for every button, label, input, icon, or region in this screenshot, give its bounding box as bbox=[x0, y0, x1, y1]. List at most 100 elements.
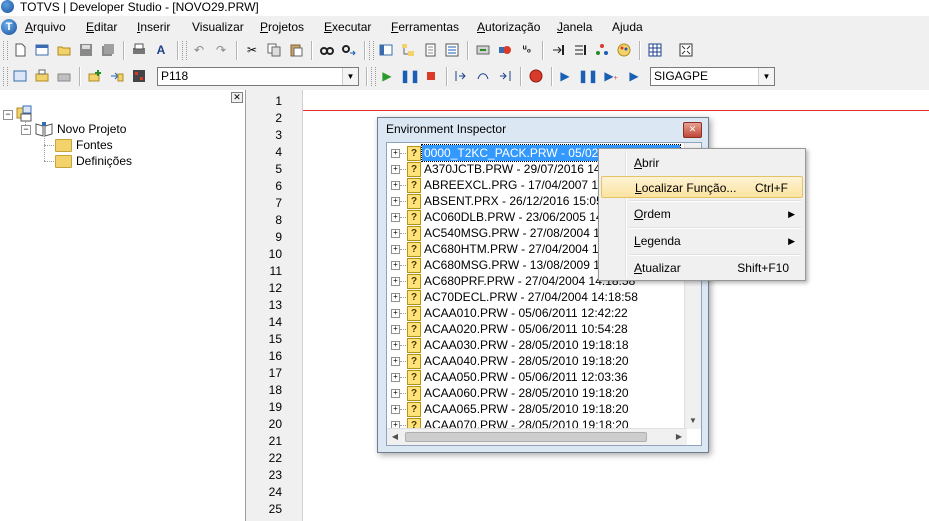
font-icon[interactable]: A bbox=[152, 41, 170, 59]
close-project-icon[interactable] bbox=[55, 67, 73, 85]
panel-icon[interactable] bbox=[377, 41, 395, 59]
tree-expander[interactable]: − bbox=[3, 110, 13, 120]
menu-ajuda[interactable]: Ajuda bbox=[612, 19, 643, 35]
open-project-icon[interactable] bbox=[33, 67, 51, 85]
tree-icon[interactable] bbox=[399, 41, 417, 59]
menu-ferramentas[interactable]: Ferramentas bbox=[391, 19, 459, 35]
expander-plus-icon[interactable]: + bbox=[391, 181, 400, 190]
stop-icon[interactable] bbox=[422, 67, 440, 85]
close-icon[interactable]: ✕ bbox=[683, 122, 702, 138]
app-menu-icon[interactable]: T bbox=[1, 19, 17, 35]
line-number: 11 bbox=[269, 264, 282, 278]
play-next-icon[interactable]: ▶+ bbox=[602, 67, 620, 85]
menu-item-ordem[interactable]: Ordem ▶ bbox=[601, 203, 803, 225]
menu-item-localizar-funcao[interactable]: Localizar Função... Ctrl+F bbox=[601, 176, 803, 198]
expander-plus-icon[interactable]: + bbox=[391, 245, 400, 254]
undo-icon[interactable]: ↶ bbox=[190, 41, 208, 59]
replace-icon[interactable] bbox=[340, 41, 358, 59]
expander-plus-icon[interactable]: + bbox=[391, 165, 400, 174]
toolbar-grip[interactable] bbox=[371, 67, 376, 86]
menu-projetos[interactable]: Projetos bbox=[260, 19, 304, 35]
play-debug-icon[interactable]: ▶ bbox=[556, 67, 574, 85]
menu-executar[interactable]: Executar bbox=[324, 19, 371, 35]
grid-icon[interactable] bbox=[646, 41, 664, 59]
menu-item-legenda[interactable]: Legenda ▶ bbox=[601, 230, 803, 252]
scroll-down-icon[interactable]: ▼ bbox=[685, 413, 701, 429]
chevron-down-icon[interactable]: ▼ bbox=[342, 68, 358, 85]
new-project-icon[interactable] bbox=[33, 41, 51, 59]
run-icon[interactable]: ▶ bbox=[378, 67, 396, 85]
palette-icon[interactable] bbox=[615, 41, 633, 59]
close-icon[interactable]: ✕ bbox=[231, 92, 243, 103]
step-into-debug-icon[interactable] bbox=[452, 67, 470, 85]
project-icon[interactable] bbox=[11, 67, 29, 85]
fullscreen-icon[interactable] bbox=[677, 41, 695, 59]
expander-plus-icon[interactable]: + bbox=[391, 325, 400, 334]
step-into-icon[interactable] bbox=[549, 41, 567, 59]
expander-plus-icon[interactable]: + bbox=[391, 389, 400, 398]
menu-janela[interactable]: Janela bbox=[557, 19, 592, 35]
menu-visualizar[interactable]: Visualizar bbox=[192, 19, 244, 35]
expander-plus-icon[interactable]: + bbox=[391, 229, 400, 238]
scroll-thumb[interactable] bbox=[405, 432, 647, 442]
tree-item-novo-projeto[interactable]: Novo Projeto bbox=[57, 121, 126, 137]
expander-plus-icon[interactable]: + bbox=[391, 341, 400, 350]
breakpoint-icon[interactable] bbox=[527, 67, 545, 85]
expander-plus-icon[interactable]: + bbox=[391, 277, 400, 286]
toolbar-grip[interactable] bbox=[182, 41, 187, 60]
open-folder-icon[interactable] bbox=[55, 41, 73, 59]
expander-plus-icon[interactable]: + bbox=[391, 357, 400, 366]
expander-plus-icon[interactable]: + bbox=[391, 309, 400, 318]
paste-icon[interactable] bbox=[287, 41, 305, 59]
tree-item-definicoes[interactable]: Definições bbox=[76, 153, 132, 169]
scroll-left-icon[interactable]: ◀ bbox=[387, 429, 403, 445]
patch-icon[interactable] bbox=[130, 67, 148, 85]
expander-plus-icon[interactable]: + bbox=[391, 293, 400, 302]
line-number-gutter: 1 2 3 4 5 6 7 8 9 10 11 12 13 14 15 16 1… bbox=[246, 90, 303, 521]
toolbar-grip[interactable] bbox=[3, 67, 8, 86]
expander-plus-icon[interactable]: + bbox=[391, 197, 400, 206]
horizontal-scrollbar[interactable]: ◀ ▶ bbox=[387, 428, 687, 445]
step-over-debug-icon[interactable] bbox=[474, 67, 492, 85]
print-icon[interactable] bbox=[130, 41, 148, 59]
scroll-right-icon[interactable]: ▶ bbox=[671, 429, 687, 445]
expander-plus-icon[interactable]: + bbox=[391, 213, 400, 222]
list-icon[interactable] bbox=[443, 41, 461, 59]
cut-icon[interactable]: ✂ bbox=[243, 41, 261, 59]
tree-expander[interactable]: − bbox=[21, 125, 31, 135]
menu-autorizacao[interactable]: Autorização bbox=[477, 19, 540, 35]
build-icon[interactable] bbox=[474, 41, 492, 59]
save-icon[interactable] bbox=[77, 41, 95, 59]
redo-icon[interactable]: ↷ bbox=[212, 41, 230, 59]
compile-icon[interactable] bbox=[496, 41, 514, 59]
new-file-icon[interactable] bbox=[11, 41, 29, 59]
menu-arquivo[interactable]: Arquivo bbox=[25, 19, 66, 35]
document-icon[interactable] bbox=[421, 41, 439, 59]
menu-item-abrir[interactable]: Abrir bbox=[601, 152, 803, 174]
menu-item-atualizar[interactable]: Atualizar Shift+F10 bbox=[601, 257, 803, 279]
expander-plus-icon[interactable]: + bbox=[391, 373, 400, 382]
tree-item-fontes[interactable]: Fontes bbox=[76, 137, 113, 153]
expander-plus-icon[interactable]: + bbox=[391, 149, 400, 158]
find-icon[interactable] bbox=[318, 41, 336, 59]
pause-icon[interactable]: ❚❚ bbox=[400, 67, 420, 85]
environment-combo[interactable]: SIGAGPE ▼ bbox=[650, 67, 775, 86]
menu-inserir[interactable]: Inserir bbox=[137, 19, 170, 35]
variables-icon[interactable]: ᵘ₀ bbox=[518, 41, 536, 59]
save-all-icon[interactable] bbox=[99, 41, 117, 59]
toolbar-grip[interactable] bbox=[3, 41, 8, 60]
move-file-icon[interactable] bbox=[108, 67, 126, 85]
step-out-icon[interactable] bbox=[496, 67, 514, 85]
expander-plus-icon[interactable]: + bbox=[391, 405, 400, 414]
copy-icon[interactable] bbox=[265, 41, 283, 59]
hierarchy-icon[interactable] bbox=[593, 41, 611, 59]
pause-debug-icon[interactable]: ❚❚ bbox=[578, 67, 598, 85]
toolbar-grip[interactable] bbox=[369, 41, 374, 60]
play-marker-icon[interactable]: ▶ bbox=[625, 67, 643, 85]
chevron-down-icon[interactable]: ▼ bbox=[758, 68, 774, 85]
menu-editar[interactable]: Editar bbox=[86, 19, 117, 35]
step-over-icon[interactable] bbox=[571, 41, 589, 59]
add-file-icon[interactable] bbox=[86, 67, 104, 85]
project-combo[interactable]: P118 ▼ bbox=[157, 67, 359, 86]
expander-plus-icon[interactable]: + bbox=[391, 261, 400, 270]
